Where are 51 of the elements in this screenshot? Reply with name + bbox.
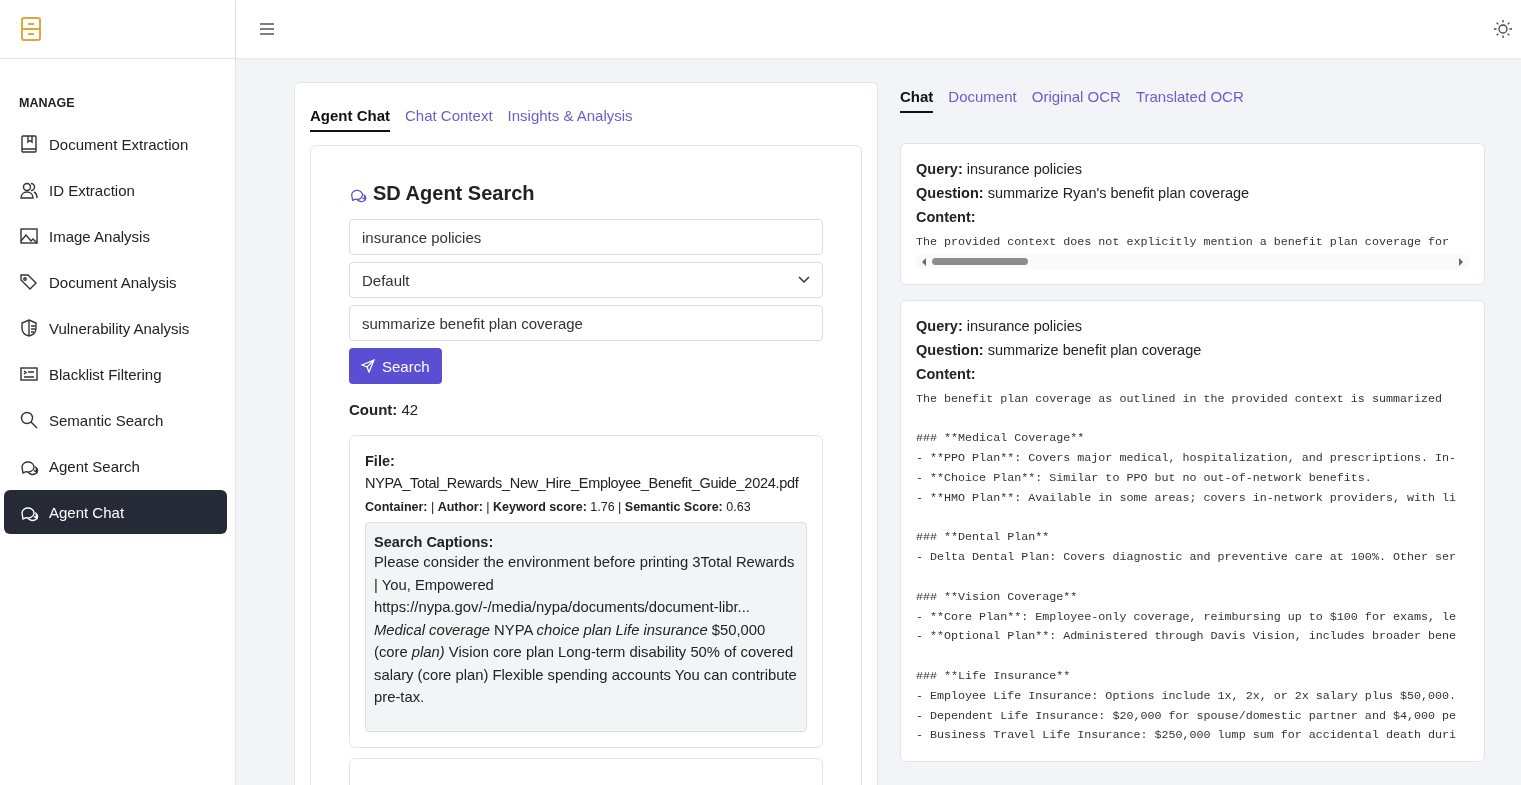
scroll-right-icon[interactable] bbox=[1457, 256, 1465, 267]
sidebar-item[interactable]: Image Analysis bbox=[4, 214, 227, 258]
shield-icon bbox=[19, 318, 39, 338]
query-field[interactable]: insurance policies bbox=[349, 219, 823, 255]
tags-icon bbox=[19, 272, 39, 292]
tab[interactable]: Translated OCR bbox=[1135, 80, 1244, 113]
sidebar-item[interactable]: Document Analysis bbox=[4, 260, 227, 304]
scrollbar[interactable] bbox=[916, 254, 1469, 269]
search-icon bbox=[19, 410, 39, 430]
list-icon bbox=[19, 364, 39, 384]
section-heading: MANAGE bbox=[19, 96, 76, 110]
content-label: Content: bbox=[916, 365, 977, 382]
book-icon bbox=[19, 134, 39, 154]
tab[interactable]: Insights & Analysis bbox=[507, 99, 633, 132]
send-icon bbox=[361, 359, 375, 373]
search-button[interactable]: Search bbox=[349, 348, 442, 384]
mode-dropdown[interactable]: Default bbox=[349, 262, 823, 298]
sidebar-item[interactable]: Blacklist Filtering bbox=[4, 352, 227, 396]
scroll-left-icon[interactable] bbox=[920, 256, 928, 267]
query-text: Query: insurance policies bbox=[916, 317, 1084, 334]
result-count: Count: 42 bbox=[349, 401, 420, 418]
sidebar-item[interactable]: Agent Search bbox=[4, 444, 227, 488]
sidebar-item[interactable]: Semantic Search bbox=[4, 398, 227, 442]
sidebar-item[interactable]: Vulnerability Analysis bbox=[4, 306, 227, 350]
sidebar-item[interactable]: ID Extraction bbox=[4, 168, 227, 212]
question-text: Question: summarize benefit plan coverage bbox=[916, 341, 1203, 358]
question-field[interactable]: summarize benefit plan coverage bbox=[349, 305, 823, 341]
captions-label: Search Captions: bbox=[374, 534, 495, 550]
sun-icon[interactable] bbox=[1493, 19, 1513, 39]
panel-title: SD Agent Search bbox=[373, 182, 535, 205]
sidebar-item[interactable]: Agent Chat bbox=[4, 490, 227, 534]
chevron-down-icon bbox=[798, 276, 810, 284]
content-text: The benefit plan coverage as outlined in the provided context is summarized ### **Medical Coverage** - **PPO Plan**: Covers major medical, hospitalization, and prescriptions. In- - **Choice Plan**: Similar to PPO but no out-of-network benefits. - **HMO Plan**: Available in some areas; covers in-network providers, with li ### **Dental Plan** - Delta Dental Plan: Covers diagnostic and preventive care at 100%. Other ser ### **Vision Coverage** - **Core Plan**: Employee-only coverage, reimbursing up to $100 for exams, le - **Optional Plan**: Administered through Davis Vision, includes broader bene ### **Life Insurance** - Employee Life Insurance: Options include 1x, 2x, or 2x salary plus $50,000. - Dependent Life Insurance: $20,000 for spouse/domestic partner and $4,000 pe - Business Travel Life Insurance: $250,000 lump sum for accidental death duri bbox=[916, 390, 1458, 745]
content-text: The provided context does not explicitly mention a benefit plan coverage for bbox=[916, 234, 1451, 251]
logo-icon bbox=[20, 16, 42, 42]
tab[interactable]: Document bbox=[948, 80, 1017, 113]
file-label: File: bbox=[365, 453, 396, 469]
tab[interactable]: Agent Chat bbox=[310, 99, 390, 132]
content-label: Content: bbox=[916, 209, 977, 225]
image-icon bbox=[19, 226, 39, 246]
users-icon bbox=[19, 180, 39, 200]
menu-icon[interactable] bbox=[259, 23, 275, 35]
tab[interactable]: Original OCR bbox=[1031, 80, 1121, 113]
tab[interactable]: Chat bbox=[900, 80, 934, 113]
sidebar-item[interactable]: Document Extraction bbox=[4, 122, 227, 166]
question-text: Question: summarize Ryan's benefit plan coverage bbox=[916, 185, 1251, 201]
query-text: Query: insurance policies bbox=[916, 161, 1084, 177]
file-name: NYPA_Total_Rewards_New_Hire_Employee_Benefit_Guide_2024.pdf bbox=[365, 475, 800, 491]
captions-text: Please consider the environment before printing 3Total Rewards | You, Empowered https://nypa.gov/-/media/nypa/documents/document-libr... Medical coverage NYPA choice plan Life insurance $50,000 (core plan) Vision core plan Long-term disability 50% of covered salary (core plan) Flexible spending accounts You can contribute pre-tax. bbox=[374, 553, 798, 707]
result-meta: Container: | Author: | Keyword score: 1.76 | Semantic Score: 0.63 bbox=[365, 500, 752, 514]
tab[interactable]: Chat Context bbox=[405, 99, 493, 132]
